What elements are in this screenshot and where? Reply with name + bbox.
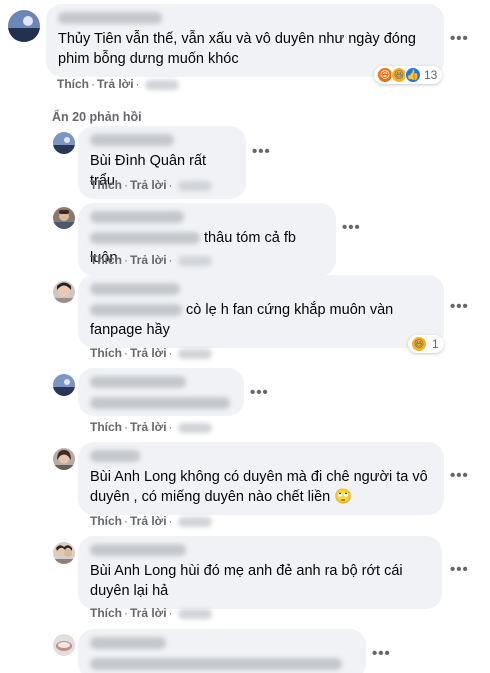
more-options-button[interactable]: ••• [252, 143, 271, 160]
reply-text [90, 393, 232, 413]
more-options-button[interactable]: ••• [450, 298, 469, 315]
avatar[interactable] [53, 281, 75, 303]
haha-icon: 😆 [411, 336, 427, 352]
more-options-button[interactable]: ••• [250, 384, 269, 401]
avatar[interactable] [53, 448, 75, 470]
reply-text [90, 654, 354, 673]
reply-actions: Thích · Trả lời · [90, 420, 212, 434]
author-name-redacted[interactable] [90, 544, 186, 556]
like-link[interactable]: Thích [90, 420, 122, 434]
author-name-redacted[interactable] [58, 12, 162, 24]
author-name-redacted[interactable] [90, 637, 166, 649]
like-link[interactable]: Thích [57, 77, 89, 91]
like-link[interactable]: Thích [90, 346, 122, 360]
reply-text: Bùi Anh Long hùi đó mẹ anh đẻ anh ra bộ … [90, 563, 403, 599]
reaction-count: 13 [424, 68, 438, 82]
more-options-button[interactable]: ••• [372, 645, 391, 662]
reaction-count: 1 [432, 337, 439, 351]
redacted-text [90, 397, 230, 410]
reaction-summary[interactable]: 😆 1 [408, 335, 444, 353]
reply-link[interactable]: Trả lời [130, 253, 167, 267]
reply-actions: Thích · Trả lời · [90, 514, 212, 528]
comment-text: Thủy Tiên vẫn thế, vẫn xấu và vô duyên n… [58, 31, 416, 67]
more-options-button[interactable]: ••• [450, 467, 469, 484]
more-options-button[interactable]: ••• [450, 561, 469, 578]
avatar[interactable] [53, 374, 75, 396]
reply-link[interactable]: Trả lời [130, 346, 167, 360]
reply-bubble: Bùi Anh Long hùi đó mẹ anh đẻ anh ra bộ … [78, 536, 442, 609]
author-name-redacted[interactable] [90, 376, 186, 388]
redacted-text [90, 304, 182, 317]
reply-text: Bùi Anh Long không có duyên mà đi chê ng… [90, 469, 428, 505]
timestamp-redacted[interactable] [177, 516, 212, 527]
author-name-redacted[interactable] [90, 211, 184, 223]
reply-text: cò lẹ h fan cứng khắp muôn vàn fanpage h… [90, 300, 432, 340]
reply-bubble: Bùi Anh Long không có duyên mà đi chê ng… [78, 442, 444, 515]
reply-link[interactable]: Trả lời [130, 420, 167, 434]
reply-bubble: cò lẹ h fan cứng khắp muôn vàn fanpage h… [78, 275, 444, 348]
like-link[interactable]: Thích [90, 253, 122, 267]
reply-actions: Thích · Trả lời · [90, 253, 212, 267]
timestamp-redacted[interactable] [144, 79, 179, 90]
reply-actions: Thích · Trả lời · [90, 606, 212, 620]
timestamp-redacted[interactable] [177, 348, 212, 359]
like-icon: 👍 [405, 67, 421, 83]
comment-actions: Thích · Trả lời · [57, 77, 179, 91]
timestamp-redacted[interactable] [177, 255, 212, 266]
redacted-text [90, 658, 342, 671]
avatar[interactable] [8, 10, 40, 42]
reply-actions: Thích · Trả lời · [90, 178, 212, 192]
more-options-button[interactable]: ••• [342, 219, 361, 236]
reply-link[interactable]: Trả lời [130, 606, 167, 620]
author-name-redacted[interactable] [90, 283, 180, 295]
avatar[interactable] [53, 634, 75, 656]
timestamp-redacted[interactable] [177, 180, 212, 191]
reply-actions: Thích · Trả lời · [90, 346, 212, 360]
more-options-button[interactable]: ••• [450, 30, 469, 47]
author-name-redacted[interactable] [90, 134, 174, 146]
redacted-text [90, 232, 200, 245]
avatar[interactable] [53, 132, 75, 154]
like-link[interactable]: Thích [90, 606, 122, 620]
like-link[interactable]: Thích [90, 514, 122, 528]
reply-link[interactable]: Trả lời [130, 178, 167, 192]
timestamp-redacted[interactable] [177, 608, 212, 619]
author-name-redacted[interactable] [90, 450, 140, 462]
reply-link[interactable]: Trả lời [130, 514, 167, 528]
reaction-summary[interactable]: 😡 😆 👍 13 [374, 66, 443, 84]
avatar[interactable] [53, 207, 75, 229]
reply-link[interactable]: Trả lời [97, 77, 134, 91]
like-link[interactable]: Thích [90, 178, 122, 192]
avatar[interactable] [53, 542, 75, 564]
hide-replies-link[interactable]: Ẩn 20 phản hồi [52, 110, 142, 124]
reply-bubble [78, 629, 366, 673]
timestamp-redacted[interactable] [177, 422, 212, 433]
reply-bubble [78, 368, 244, 416]
